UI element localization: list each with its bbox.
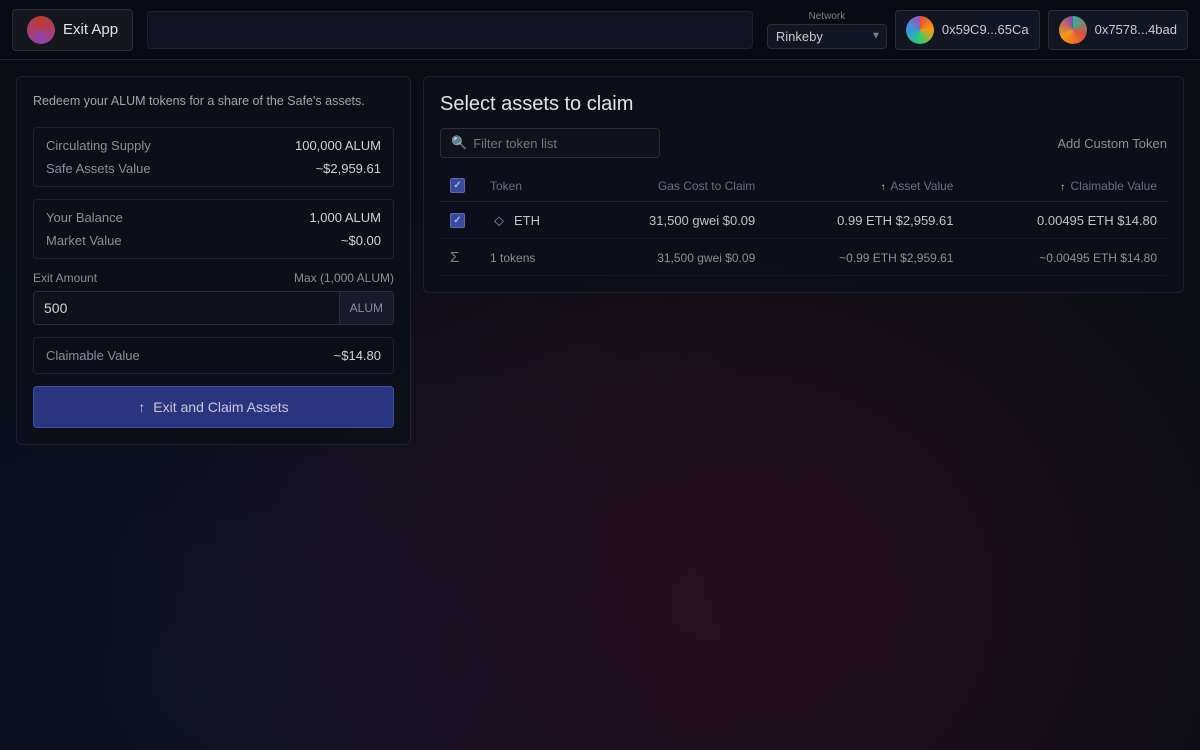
eth-row-checkbox[interactable]: ✓: [450, 213, 465, 228]
safe-assets-value: ~$2,959.61: [316, 161, 381, 176]
header-token: Token: [480, 170, 582, 202]
eth-icon: ⬦: [490, 211, 508, 229]
eth-symbol: ETH: [514, 213, 540, 228]
asset-value-sort-icon: ↑: [881, 182, 886, 193]
search-icon: 🔍: [451, 135, 467, 151]
topbar-search-bar: [147, 11, 753, 49]
claimable-row: Claimable Value ~$14.80: [46, 348, 381, 363]
header-checkmark-icon: ✓: [453, 180, 461, 191]
assets-table: ✓ Token Gas Cost to Claim ↑ Asset Value …: [440, 170, 1167, 276]
header-checkbox-input[interactable]: ✓: [450, 178, 465, 193]
topbar: Exit App Network Rinkeby Mainnet Ropsten…: [0, 0, 1200, 60]
eth-gas-cost: 31,500 gwei $0.09: [582, 202, 766, 239]
summary-sigma: Σ: [440, 239, 480, 276]
wallet1-badge[interactable]: 0x59C9...65Ca: [895, 10, 1040, 50]
claimable-box: Claimable Value ~$14.80: [33, 337, 394, 374]
wallet2-avatar: [1059, 16, 1087, 44]
summary-asset-value: ~0.99 ETH $2,959.61: [765, 239, 963, 276]
your-balance-value: 1,000 ALUM: [309, 210, 381, 225]
claimable-value: ~$14.80: [334, 348, 381, 363]
your-balance-label: Your Balance: [46, 210, 123, 225]
network-select[interactable]: Rinkeby Mainnet Ropsten: [767, 24, 887, 49]
claimable-label: Claimable Value: [46, 348, 140, 363]
app-logo-icon: [27, 16, 55, 44]
header-asset-value-text: Asset Value: [890, 179, 953, 193]
market-value-value: ~$0.00: [341, 233, 381, 248]
circulating-supply-label: Circulating Supply: [46, 138, 151, 153]
safe-assets-row: Safe Assets Value ~$2,959.61: [46, 161, 381, 176]
assets-toolbar: 🔍 Add Custom Token: [440, 128, 1167, 158]
network-select-container: Rinkeby Mainnet Ropsten ▼: [767, 24, 887, 49]
right-panel: Select assets to claim 🔍 Add Custom Toke…: [423, 76, 1184, 293]
exit-app-button[interactable]: Exit App: [12, 9, 133, 51]
summary-gas: 31,500 gwei $0.09: [582, 239, 766, 276]
market-value-row: Market Value ~$0.00: [46, 233, 381, 248]
market-value-label: Market Value: [46, 233, 122, 248]
main-content: Redeem your ALUM tokens for a share of t…: [0, 60, 1200, 750]
claimable-value-sort-icon: ↑: [1060, 182, 1065, 193]
supply-info-box: Circulating Supply 100,000 ALUM Safe Ass…: [33, 127, 394, 187]
eth-claimable-value: 0.00495 ETH $14.80: [963, 202, 1167, 239]
exit-claim-button[interactable]: ↑ Exit and Claim Assets: [33, 386, 394, 428]
right-panel-title: Select assets to claim: [440, 93, 1167, 116]
summary-claimable: ~0.00495 ETH $14.80: [963, 239, 1167, 276]
wallet1-address: 0x59C9...65Ca: [942, 22, 1029, 37]
exit-amount-token-label: ALUM: [339, 292, 393, 324]
exit-amount-input-wrapper: ALUM: [33, 291, 394, 325]
eth-token-cell: ⬦ ETH: [480, 202, 582, 239]
header-asset-value: ↑ Asset Value: [765, 170, 963, 202]
header-checkbox: ✓: [440, 170, 480, 202]
summary-count: 1 tokens: [480, 239, 582, 276]
eth-token-name: ⬦ ETH: [490, 211, 572, 229]
exit-button-label: Exit and Claim Assets: [153, 399, 288, 415]
exit-button-arrow-icon: ↑: [138, 399, 145, 415]
add-custom-token-button[interactable]: Add Custom Token: [1057, 136, 1167, 151]
eth-asset-value: 0.99 ETH $2,959.61: [765, 202, 963, 239]
panel-description: Redeem your ALUM tokens for a share of t…: [33, 93, 394, 115]
wallet2-address: 0x7578...4bad: [1095, 22, 1177, 37]
header-claimable-value: ↑ Claimable Value: [963, 170, 1167, 202]
summary-row: Σ 1 tokens 31,500 gwei $0.09 ~0.99 ETH $…: [440, 239, 1167, 276]
safe-assets-label: Safe Assets Value: [46, 161, 151, 176]
exit-amount-section: Exit Amount Max (1,000 ALUM) ALUM: [33, 271, 394, 325]
header-gas-cost: Gas Cost to Claim: [582, 170, 766, 202]
wallet2-badge[interactable]: 0x7578...4bad: [1048, 10, 1188, 50]
exit-amount-input[interactable]: [34, 292, 339, 324]
app-title: Exit App: [63, 21, 118, 38]
row-checkbox-cell: ✓: [440, 202, 480, 239]
exit-amount-label: Exit Amount: [33, 271, 97, 285]
circulating-supply-value: 100,000 ALUM: [295, 138, 381, 153]
wallet1-avatar: [906, 16, 934, 44]
circulating-supply-row: Circulating Supply 100,000 ALUM: [46, 138, 381, 153]
search-input[interactable]: [473, 136, 649, 151]
your-balance-row: Your Balance 1,000 ALUM: [46, 210, 381, 225]
header-claimable-value-text: Claimable Value: [1071, 179, 1158, 193]
exit-amount-header: Exit Amount Max (1,000 ALUM): [33, 271, 394, 285]
table-header-row: ✓ Token Gas Cost to Claim ↑ Asset Value …: [440, 170, 1167, 202]
balance-info-box: Your Balance 1,000 ALUM Market Value ~$0…: [33, 199, 394, 259]
table-row: ✓ ⬦ ETH 31,500 gwei $0.09 0.99 ETH $2,95…: [440, 202, 1167, 239]
network-selector-wrapper: Network Rinkeby Mainnet Ropsten ▼: [767, 11, 887, 49]
left-panel: Redeem your ALUM tokens for a share of t…: [16, 76, 411, 445]
search-wrapper: 🔍: [440, 128, 660, 158]
eth-checkmark-icon: ✓: [453, 215, 461, 226]
network-label: Network: [767, 11, 887, 22]
exit-amount-max: Max (1,000 ALUM): [294, 271, 394, 285]
